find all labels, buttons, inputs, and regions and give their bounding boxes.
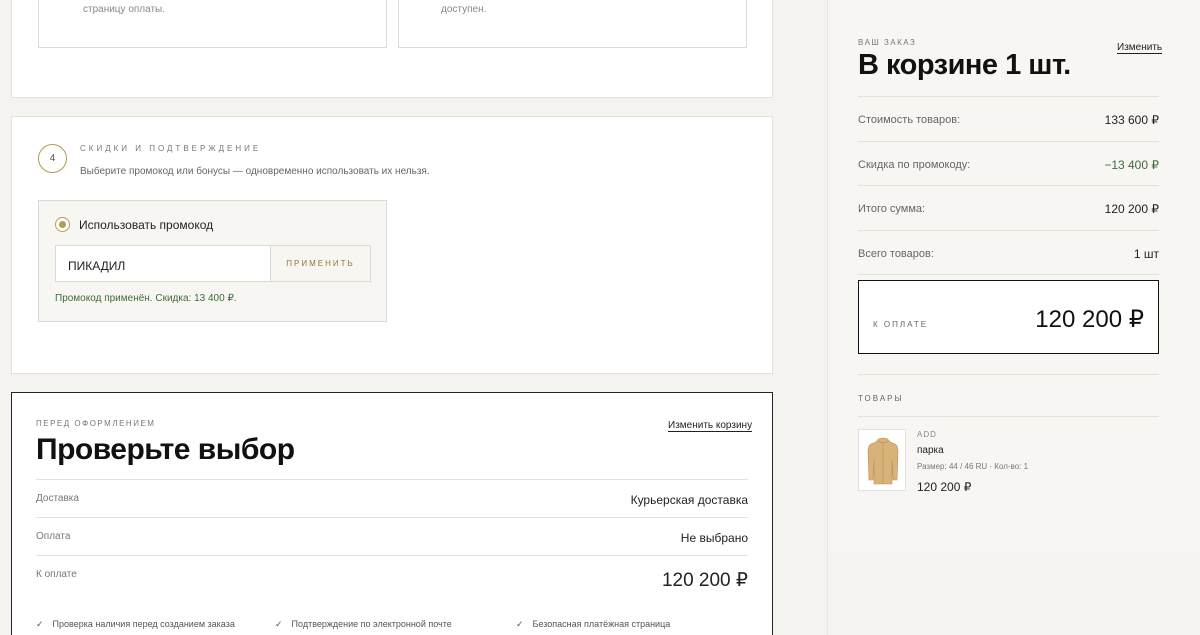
summary-row-label: Скидка по промокоду: [858, 159, 971, 171]
payment-method-card: страницу оплаты. доступен. [11, 0, 773, 98]
check-icon: ✓ [275, 619, 283, 629]
review-card: Перед оформлением Проверьте выбор Измени… [11, 392, 773, 635]
summary-row-discount: Скидка по промокоду: −13 400 ₽ [858, 141, 1159, 186]
payment-option-card[interactable]: страницу оплаты. [38, 0, 387, 48]
summary-row-label: Стоимость товаров: [858, 114, 961, 126]
product-price: 120 200 ₽ [917, 480, 972, 494]
parka-image [867, 437, 899, 485]
goods-heading: Товары [858, 394, 904, 403]
amount-due-label: К оплате [873, 320, 929, 329]
amount-due-box: К оплате 120 200 ₽ [858, 280, 1159, 354]
divider [858, 416, 1159, 417]
review-row-value: Курьерская доставка [630, 493, 748, 507]
order-summary: Ваш заказ Изменить В корзине 1 шт. Стоим… [827, 0, 1200, 552]
product-thumbnail[interactable] [858, 429, 906, 491]
summary-row-count: Всего товаров: 1 шт [858, 230, 1159, 275]
summary-row-subtotal: Стоимость товаров: 133 600 ₽ [858, 96, 1159, 141]
review-row-label: Доставка [36, 493, 79, 504]
step-title: Скидки и подтверждение [80, 144, 262, 153]
edit-cart-link[interactable]: Изменить корзину [668, 420, 753, 432]
summary-row-value: 1 шт [1133, 247, 1159, 261]
promo-code-panel: Использовать промокод ПИКАДИЛ Применить … [38, 200, 387, 322]
discounts-step-card: 4 Скидки и подтверждение Выберите промок… [11, 116, 773, 374]
review-row-value: Не выбрано [680, 531, 748, 545]
assurance-item: ✓ Проверка наличия перед созданием заказа [36, 619, 235, 629]
summary-eyebrow: Ваш заказ [858, 38, 917, 47]
summary-row-value: 120 200 ₽ [1104, 202, 1159, 216]
promo-radio[interactable] [55, 217, 70, 232]
review-row-value: 120 200 ₽ [661, 570, 748, 591]
review-title: Проверьте выбор [36, 433, 295, 466]
product-meta: Размер: 44 / 46 RU · Кол-во: 1 [917, 462, 1029, 471]
promo-radio-label[interactable]: Использовать промокод [79, 218, 213, 232]
review-row-total: К оплате 120 200 ₽ [36, 555, 748, 601]
summary-row-label: Всего товаров: [858, 248, 934, 260]
summary-row-label: Итого сумма: [858, 203, 926, 215]
amount-due-value: 120 200 ₽ [1035, 306, 1144, 333]
assurance-item: ✓ Безопасная платёжная страница [516, 619, 671, 629]
step-subtitle: Выберите промокод или бонусы — одновреме… [80, 166, 430, 177]
promo-success-message: Промокод применён. Скидка: 13 400 ₽. [55, 293, 237, 304]
review-row-payment: Оплата Не выбрано [36, 517, 748, 555]
step-number: 4 [38, 144, 67, 173]
product-brand: ADD [917, 430, 937, 439]
divider [858, 374, 1159, 375]
check-icon: ✓ [36, 619, 44, 629]
promo-code-input[interactable]: ПИКАДИЛ [55, 245, 271, 282]
product-name[interactable]: парка [917, 445, 944, 456]
check-icon: ✓ [516, 619, 524, 629]
sidebar-bottom-area [827, 552, 1200, 635]
review-eyebrow: Перед оформлением [36, 419, 156, 428]
review-row-delivery: Доставка Курьерская доставка [36, 479, 748, 517]
review-row-label: Оплата [36, 531, 71, 542]
summary-row-total: Итого сумма: 120 200 ₽ [858, 185, 1159, 230]
apply-promo-button[interactable]: Применить [270, 245, 371, 282]
payment-option-card[interactable]: доступен. [398, 0, 747, 48]
assurance-item: ✓ Подтверждение по электронной почте [275, 619, 452, 629]
summary-row-value: −13 400 ₽ [1104, 158, 1159, 172]
summary-row-value: 133 600 ₽ [1104, 113, 1159, 127]
payment-option-note: страницу оплаты. [83, 4, 166, 15]
review-row-label: К оплате [36, 569, 77, 580]
payment-option-note: доступен. [441, 4, 487, 15]
edit-order-link[interactable]: Изменить [1117, 42, 1163, 54]
summary-title: В корзине 1 шт. [858, 49, 1071, 81]
